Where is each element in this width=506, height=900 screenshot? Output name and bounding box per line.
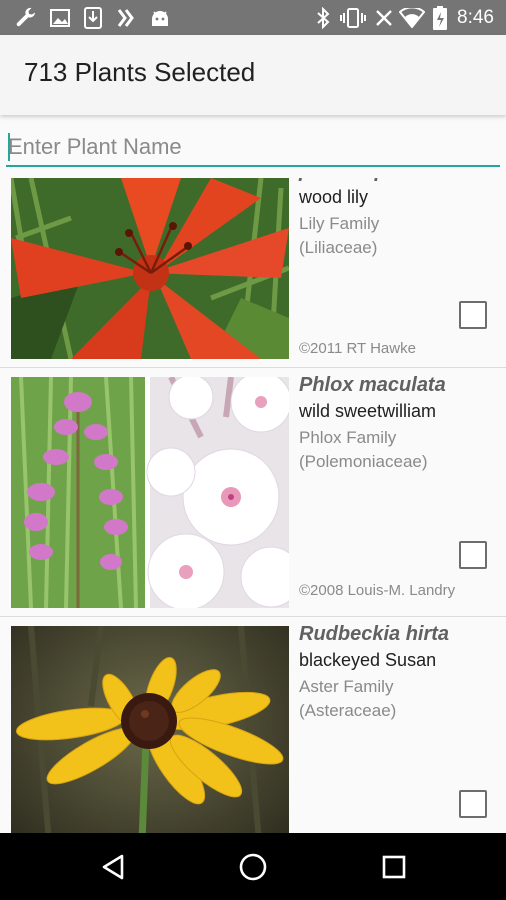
plant-card[interactable]: Rudbeckia hirta blackeyed Susan Aster Fa…: [0, 618, 506, 833]
plant-photo: [11, 178, 289, 359]
wifi-icon: [398, 0, 426, 35]
navigation-bar: [0, 833, 506, 900]
search-input[interactable]: [6, 129, 500, 167]
plant-photo: [11, 626, 289, 833]
wrench-icon: [12, 0, 40, 35]
android-icon: [147, 0, 173, 35]
photo-credit: ©2008 Louis-M. Landry: [299, 582, 456, 599]
close-icon: [372, 0, 396, 35]
plant-photo: [11, 377, 289, 608]
battery-charging-icon: [430, 0, 450, 35]
family-latin: (Asteraceae): [299, 701, 397, 720]
select-checkbox[interactable]: [459, 301, 487, 329]
page-title: 713 Plants Selected: [24, 57, 256, 87]
plant-list[interactable]: philadelphicum wood lily Lily Family (Li…: [0, 178, 506, 833]
family-name: Phlox Family: [299, 428, 397, 447]
scientific-name: philadelphicum: [299, 178, 499, 183]
family-latin: (Polemoniaceae): [299, 452, 428, 471]
status-bar: 8:46: [0, 0, 506, 35]
home-icon[interactable]: [208, 833, 298, 900]
plant-info: Rudbeckia hirta blackeyed Susan Aster Fa…: [299, 623, 499, 723]
common-name: wild sweetwilliam: [299, 401, 437, 421]
family-latin: (Liliaceae): [299, 238, 378, 257]
back-icon[interactable]: [68, 833, 158, 900]
plant-info: Phlox maculata wild sweetwilliam Phlox F…: [299, 374, 499, 474]
text-cursor: [8, 133, 10, 161]
common-name: blackeyed Susan: [299, 650, 437, 670]
download-icon: [81, 0, 105, 35]
scientific-name: Rudbeckia hirta: [299, 623, 450, 645]
scientific-name: Phlox maculata: [299, 374, 446, 396]
recents-icon[interactable]: [349, 833, 439, 900]
vibrate-icon: [338, 0, 368, 35]
bluetooth-icon: [312, 0, 334, 35]
plant-card[interactable]: philadelphicum wood lily Lily Family (Li…: [0, 178, 506, 368]
search-bar: [0, 115, 506, 178]
select-checkbox[interactable]: [459, 790, 487, 818]
family-name: Aster Family: [299, 677, 394, 696]
feedly-icon: [114, 0, 138, 35]
image-icon: [48, 0, 72, 35]
select-checkbox[interactable]: [459, 541, 487, 569]
app-bar: 713 Plants Selected: [0, 35, 506, 115]
family-name: Lily Family: [299, 214, 380, 233]
plant-card[interactable]: Phlox maculata wild sweetwilliam Phlox F…: [0, 369, 506, 617]
clock: 8:46: [457, 7, 494, 28]
plant-info: philadelphicum wood lily Lily Family (Li…: [299, 178, 499, 260]
photo-credit: ©2011 RT Hawke: [299, 340, 416, 357]
common-name: wood lily: [299, 187, 369, 207]
